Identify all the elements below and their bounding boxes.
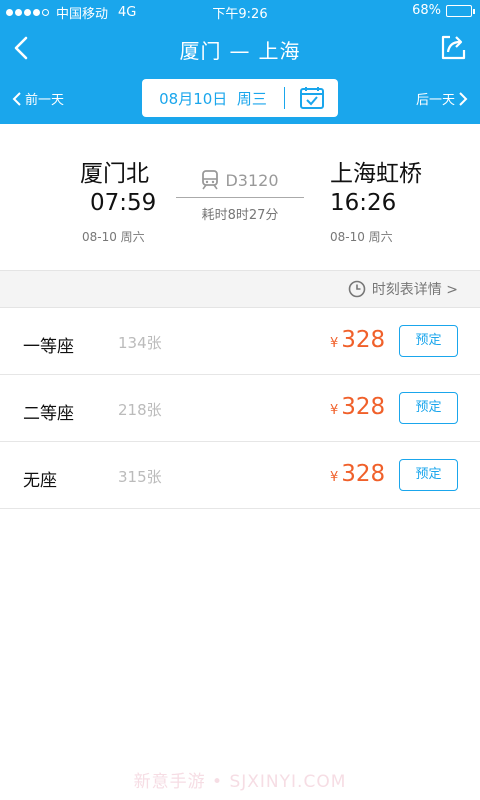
route-separator: — <box>229 39 251 63</box>
date-bar: 前一天 08月10日 周三 后一天 <box>0 78 480 118</box>
seat-count: 134张 <box>118 334 162 352</box>
next-day-button[interactable]: 后一天 <box>416 89 468 108</box>
price-value: 328 <box>341 461 386 487</box>
train-icon <box>202 170 219 190</box>
chevron-left-icon <box>12 91 21 106</box>
header: 中国移动 4G 下午9:26 68% 厦门 — 上海 前一天 08月10日 周三… <box>0 0 480 124</box>
share-icon[interactable] <box>438 32 468 62</box>
train-summary: D3120 耗时8时27分 <box>176 168 304 223</box>
seat-type: 二等座 <box>23 404 74 424</box>
currency-symbol: ¥ <box>330 470 339 485</box>
prev-day-button[interactable]: 前一天 <box>12 89 64 108</box>
calendar-icon[interactable] <box>299 86 325 110</box>
route-line <box>176 197 304 198</box>
book-button[interactable]: 预定 <box>399 325 458 357</box>
arrival-time: 16:26 <box>330 190 397 216</box>
date-picker[interactable]: 08月10日 周三 <box>142 79 338 117</box>
battery-icon <box>446 4 475 17</box>
currency-symbol: ¥ <box>330 336 339 351</box>
train-info: 厦门北 07:59 08-10 周六 D3120 耗时8时27分 上海虹桥 16… <box>0 124 480 270</box>
book-button[interactable]: 预定 <box>399 459 458 491</box>
seat-count: 315张 <box>118 468 162 486</box>
watermark: 新意手游 • SJXINYI.COM <box>133 772 347 792</box>
nav-bar: 厦门 — 上海 <box>0 22 480 74</box>
price-value: 328 <box>341 327 386 353</box>
arrival-station: 上海虹桥 <box>330 161 422 187</box>
arrival-date: 08-10 周六 <box>330 230 393 244</box>
departure-date: 08-10 周六 <box>82 230 145 244</box>
book-button[interactable]: 预定 <box>399 392 458 424</box>
route-to: 上海 <box>258 39 301 63</box>
schedule-details-link[interactable]: 时刻表详情 > <box>348 279 458 299</box>
route-from: 厦门 <box>179 39 222 63</box>
seat-row: 无座 315张 ¥ 328 预定 <box>0 442 480 509</box>
seat-price: ¥ 328 <box>330 327 385 353</box>
status-time: 下午9:26 <box>212 7 268 22</box>
chevron-right-icon <box>459 91 468 106</box>
date-divider <box>284 87 285 109</box>
seat-count: 218张 <box>118 401 162 419</box>
price-value: 328 <box>341 394 386 420</box>
prev-day-label: 前一天 <box>25 93 65 108</box>
trip-duration: 耗时8时27分 <box>201 208 279 223</box>
clock-icon <box>348 280 366 298</box>
status-bar: 中国移动 4G 下午9:26 68% <box>0 0 480 22</box>
route-title: 厦门 — 上海 <box>0 35 480 64</box>
seat-price: ¥ 328 <box>330 394 385 420</box>
seat-type: 无座 <box>23 471 57 491</box>
seat-price: ¥ 328 <box>330 461 385 487</box>
schedule-details-label: 时刻表详情 > <box>371 282 458 298</box>
seat-list: 一等座 134张 ¥ 328 预定 二等座 218张 ¥ 328 预定 无座 3… <box>0 308 480 509</box>
next-day-label: 后一天 <box>415 93 455 108</box>
seat-type: 一等座 <box>23 337 74 357</box>
currency-symbol: ¥ <box>330 403 339 418</box>
train-number: D3120 <box>225 170 279 190</box>
battery-percent: 68% <box>412 3 441 18</box>
seat-row: 一等座 134张 ¥ 328 预定 <box>0 308 480 375</box>
date-weekday: 周三 <box>236 89 267 108</box>
selected-date: 08月10日 周三 <box>142 88 284 109</box>
departure-station: 厦门北 <box>80 161 149 187</box>
seat-row: 二等座 218张 ¥ 328 预定 <box>0 375 480 442</box>
date-value: 08月10日 <box>159 89 228 108</box>
departure-time: 07:59 <box>90 190 157 216</box>
schedule-bar: 时刻表详情 > <box>0 270 480 308</box>
